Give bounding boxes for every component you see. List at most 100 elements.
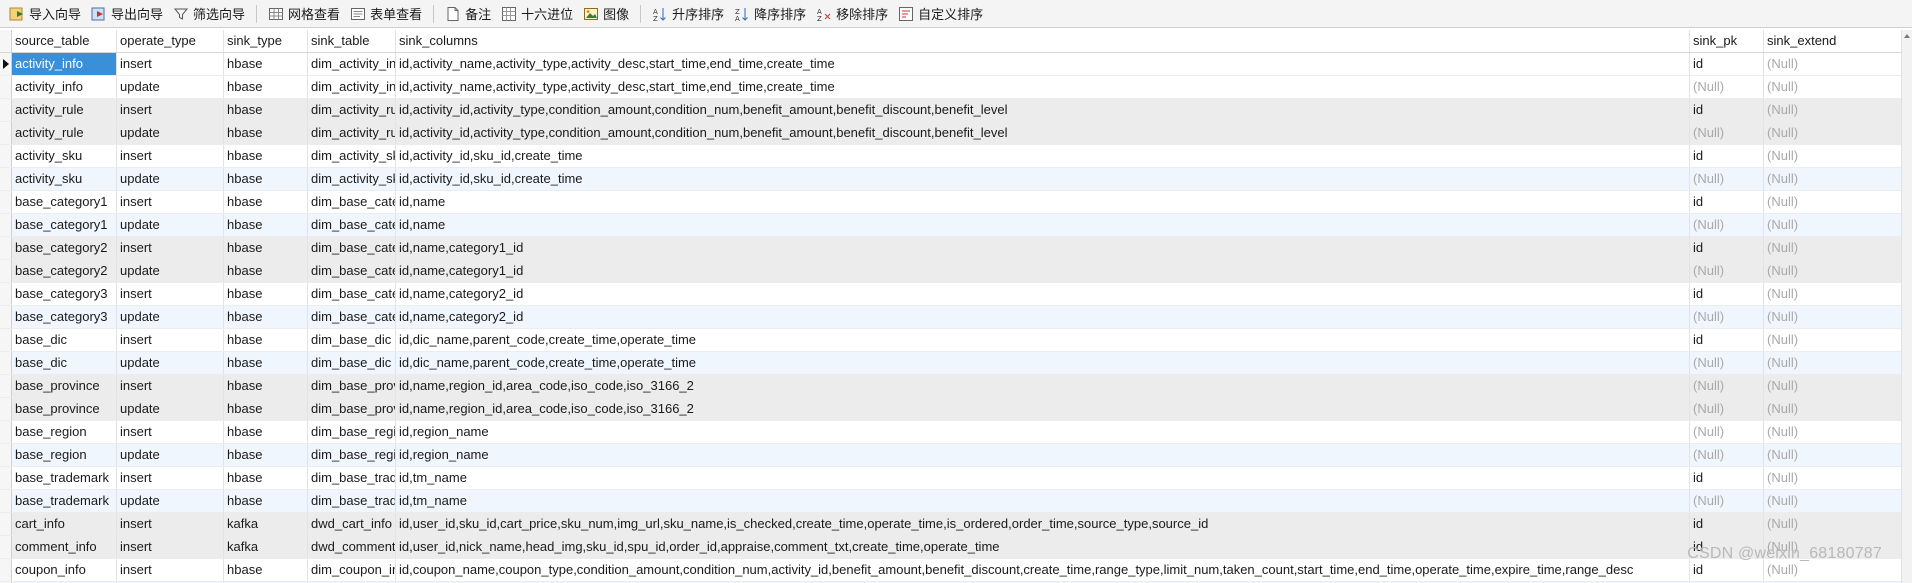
remove-sort-button[interactable]: AZ 移除排序 [811,2,893,26]
cell-sink-extend[interactable]: (Null) [1764,260,1906,282]
sort-ascending-button[interactable]: AZ 升序排序 [647,2,729,26]
column-header-sink-extend[interactable]: sink_extend [1764,30,1906,52]
column-header-sink-pk[interactable]: sink_pk [1690,30,1764,52]
row-indicator[interactable] [0,168,12,190]
cell-sink-extend[interactable]: (Null) [1764,329,1906,351]
table-row[interactable]: activity_info update hbase dim_activity_inf… [0,76,1912,99]
cell-sink-extend[interactable]: (Null) [1764,490,1906,512]
cell-sink-type[interactable]: hbase [224,306,308,328]
table-row[interactable]: base_category2 insert hbase dim_base_cate id… [0,237,1912,260]
cell-source-table[interactable]: base_dic [12,352,117,374]
cell-sink-extend[interactable]: (Null) [1764,191,1906,213]
row-indicator[interactable] [0,214,12,236]
row-indicator[interactable] [0,513,12,535]
cell-operate-type[interactable]: update [117,122,224,144]
cell-source-table[interactable]: base_category3 [12,283,117,305]
cell-sink-type[interactable]: hbase [224,76,308,98]
table-row[interactable]: base_dic insert hbase dim_base_dic id,dic_na… [0,329,1912,352]
cell-sink-table[interactable]: dim_activity_sk [308,145,396,167]
table-row[interactable]: base_category3 insert hbase dim_base_cate id… [0,283,1912,306]
cell-sink-type[interactable]: hbase [224,237,308,259]
cell-source-table[interactable]: activity_sku [12,168,117,190]
cell-sink-table[interactable]: dim_base_regi [308,444,396,466]
cell-operate-type[interactable]: update [117,168,224,190]
cell-sink-table[interactable]: dwd_comment [308,536,396,558]
cell-source-table[interactable]: activity_rule [12,122,117,144]
table-row[interactable]: activity_info insert hbase dim_activity_inf… [0,53,1912,76]
table-row[interactable]: base_province insert hbase dim_base_prov id,… [0,375,1912,398]
cell-sink-table[interactable]: dim_activity_inf [308,53,396,75]
cell-source-table[interactable]: base_province [12,398,117,420]
table-row[interactable]: base_province update hbase dim_base_prov id,… [0,398,1912,421]
cell-sink-extend[interactable]: (Null) [1764,375,1906,397]
cell-sink-pk[interactable]: (Null) [1690,168,1764,190]
row-indicator[interactable] [0,53,12,75]
cell-source-table[interactable]: activity_sku [12,145,117,167]
row-indicator[interactable] [0,375,12,397]
image-button[interactable]: 图像 [578,2,634,26]
cell-source-table[interactable]: base_category1 [12,191,117,213]
cell-source-table[interactable]: base_category3 [12,306,117,328]
cell-sink-extend[interactable]: (Null) [1764,444,1906,466]
cell-source-table[interactable]: base_region [12,421,117,443]
cell-source-table[interactable]: comment_info [12,536,117,558]
cell-sink-pk[interactable]: (Null) [1690,214,1764,236]
cell-sink-table[interactable]: dim_base_dic [308,329,396,351]
cell-operate-type[interactable]: insert [117,513,224,535]
cell-sink-table[interactable]: dim_base_prov [308,398,396,420]
cell-sink-pk[interactable]: id [1690,283,1764,305]
row-indicator[interactable] [0,536,12,558]
cell-sink-pk[interactable]: id [1690,99,1764,121]
cell-sink-extend[interactable]: (Null) [1764,122,1906,144]
cell-sink-table[interactable]: dim_base_trad [308,467,396,489]
cell-sink-pk[interactable]: id [1690,53,1764,75]
row-indicator[interactable] [0,76,12,98]
cell-sink-pk[interactable]: (Null) [1690,352,1764,374]
cell-sink-extend[interactable]: (Null) [1764,76,1906,98]
cell-sink-columns[interactable]: id,name,category1_id [396,260,1690,282]
cell-sink-table[interactable]: dwd_cart_info [308,513,396,535]
cell-sink-table[interactable]: dim_base_prov [308,375,396,397]
filter-wizard-button[interactable]: 筛选向导 [168,2,250,26]
row-indicator[interactable] [0,329,12,351]
cell-sink-table[interactable]: dim_base_cate [308,237,396,259]
table-row[interactable]: base_category1 insert hbase dim_base_cate id… [0,191,1912,214]
table-row[interactable]: activity_rule update hbase dim_activity_ru i… [0,122,1912,145]
cell-sink-columns[interactable]: id,activity_id,sku_id,create_time [396,168,1690,190]
cell-sink-pk[interactable]: id [1690,237,1764,259]
cell-source-table[interactable]: activity_rule [12,99,117,121]
cell-sink-table[interactable]: dim_base_cate [308,214,396,236]
cell-operate-type[interactable]: insert [117,99,224,121]
cell-sink-columns[interactable]: id,name,category2_id [396,283,1690,305]
row-indicator[interactable] [0,352,12,374]
cell-operate-type[interactable]: insert [117,559,224,581]
row-indicator[interactable] [0,559,12,581]
column-header-operate-type[interactable]: operate_type [117,30,224,52]
cell-sink-pk[interactable]: (Null) [1690,421,1764,443]
cell-sink-columns[interactable]: id,name,category1_id [396,237,1690,259]
cell-source-table[interactable]: base_province [12,375,117,397]
cell-sink-extend[interactable]: (Null) [1764,352,1906,374]
cell-source-table[interactable]: base_category2 [12,237,117,259]
cell-sink-type[interactable]: hbase [224,99,308,121]
cell-sink-table[interactable]: dim_base_cate [308,191,396,213]
cell-operate-type[interactable]: insert [117,467,224,489]
cell-operate-type[interactable]: insert [117,191,224,213]
cell-sink-columns[interactable]: id,activity_id,activity_type,condition_a… [396,99,1690,121]
row-indicator[interactable] [0,260,12,282]
table-row[interactable]: coupon_info insert hbase dim_coupon_ir id,co… [0,559,1912,582]
cell-sink-table[interactable]: dim_activity_ru [308,122,396,144]
cell-sink-pk[interactable]: (Null) [1690,306,1764,328]
cell-sink-type[interactable]: hbase [224,122,308,144]
cell-sink-pk[interactable]: id [1690,191,1764,213]
cell-sink-extend[interactable]: (Null) [1764,398,1906,420]
cell-sink-columns[interactable]: id,tm_name [396,490,1690,512]
table-row[interactable]: base_trademark insert hbase dim_base_trad id… [0,467,1912,490]
row-indicator[interactable] [0,421,12,443]
table-row[interactable]: base_category2 update hbase dim_base_cate id… [0,260,1912,283]
cell-sink-columns[interactable]: id,name,region_id,area_code,iso_code,iso… [396,398,1690,420]
cell-operate-type[interactable]: insert [117,283,224,305]
cell-sink-table[interactable]: dim_activity_ru [308,99,396,121]
cell-source-table[interactable]: activity_info [12,76,117,98]
cell-sink-pk[interactable]: (Null) [1690,490,1764,512]
